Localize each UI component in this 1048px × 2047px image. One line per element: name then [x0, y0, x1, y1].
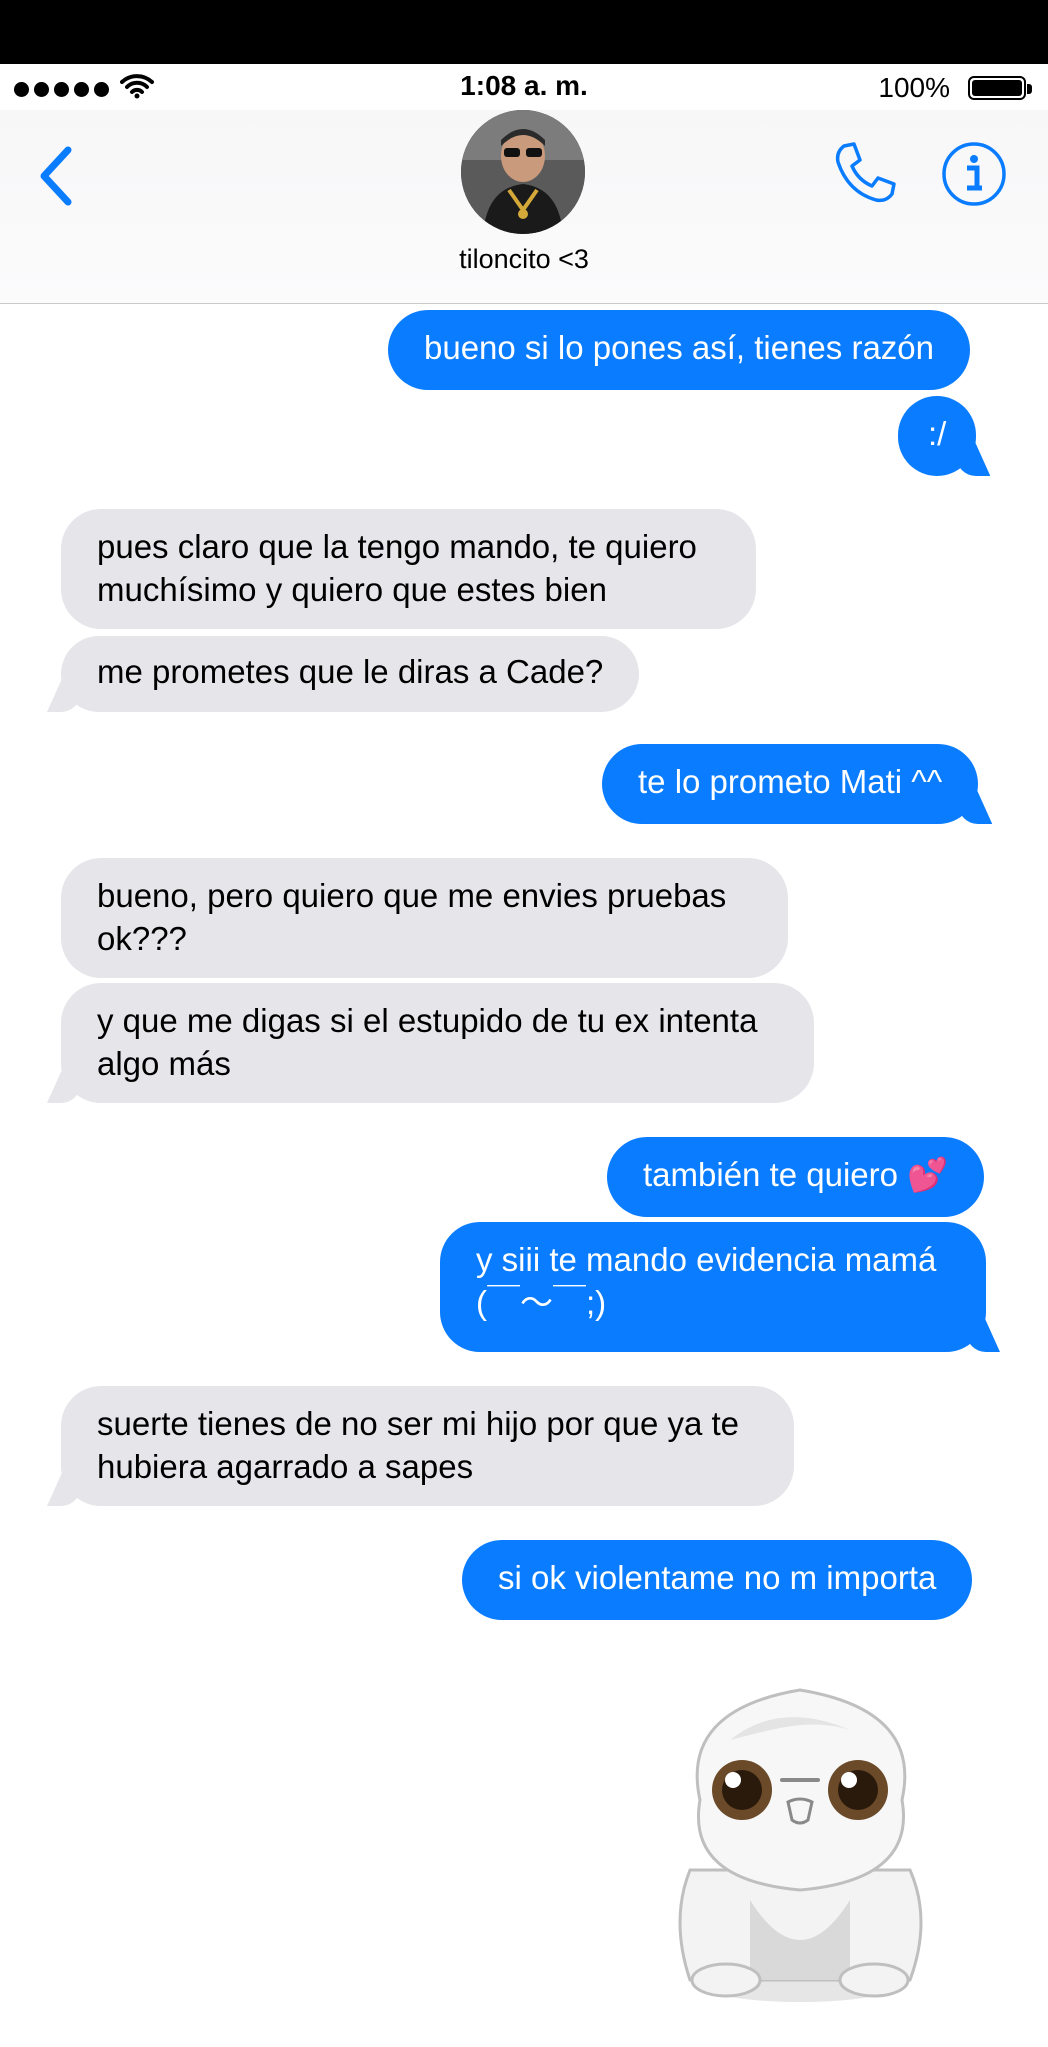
message-text: si ok violentame no m importa: [498, 1559, 937, 1596]
message-text: :/: [928, 415, 947, 452]
message-text: pues claro que la tengo mando, te quiero…: [97, 528, 697, 608]
sent-message[interactable]: :/: [898, 396, 977, 476]
battery-tip: [1027, 84, 1032, 94]
sent-message[interactable]: te lo prometo Mati ^^: [602, 744, 979, 824]
message-text: me prometes que le diras a Cade?: [97, 653, 604, 690]
message-text: bueno si lo pones así, tienes razón: [424, 329, 935, 366]
phone-icon[interactable]: [830, 140, 898, 208]
sent-message[interactable]: si ok violentame no m importa: [462, 1540, 973, 1620]
message-text: bueno, pero quiero que me envies pruebas…: [97, 877, 727, 957]
message-text: y que me digas si el estupido de tu ex i…: [97, 1002, 758, 1082]
battery-icon: [968, 76, 1026, 100]
message-text: te lo prometo Mati ^^: [638, 763, 943, 800]
received-message[interactable]: me prometes que le diras a Cade?: [61, 636, 640, 712]
received-message[interactable]: pues claro que la tengo mando, te quiero…: [61, 509, 756, 629]
received-message[interactable]: y que me digas si el estupido de tu ex i…: [61, 983, 814, 1103]
contact-avatar[interactable]: [461, 110, 585, 234]
message-text: y siii te mando evidencia mamá (￣～￣;): [476, 1241, 937, 1321]
top-black-bar: [0, 0, 1048, 64]
sent-message[interactable]: también te quiero 💕: [607, 1137, 985, 1217]
message-text: suerte tienes de no ser mi hijo por que …: [97, 1405, 740, 1485]
avatar-photo: [461, 110, 585, 234]
message-text: también te quiero 💕: [643, 1156, 949, 1193]
white-fluffy-creature-sticker[interactable]: [660, 1680, 940, 2010]
status-bar: 1:08 a. m. 100%: [0, 64, 1048, 110]
back-chevron-icon[interactable]: [36, 144, 76, 208]
sent-message[interactable]: y siii te mando evidencia mamá (￣～￣;): [440, 1222, 986, 1352]
received-message[interactable]: bueno, pero quiero que me envies pruebas…: [61, 858, 788, 978]
received-message[interactable]: suerte tienes de no ser mi hijo por que …: [61, 1386, 794, 1506]
info-icon[interactable]: [940, 140, 1008, 208]
conversation-header: tiloncito <3: [0, 110, 1048, 304]
battery-percentage: 100%: [878, 72, 950, 103]
sent-message[interactable]: bueno si lo pones así, tienes razón: [388, 310, 971, 390]
contact-name[interactable]: tiloncito <3: [0, 244, 1048, 275]
